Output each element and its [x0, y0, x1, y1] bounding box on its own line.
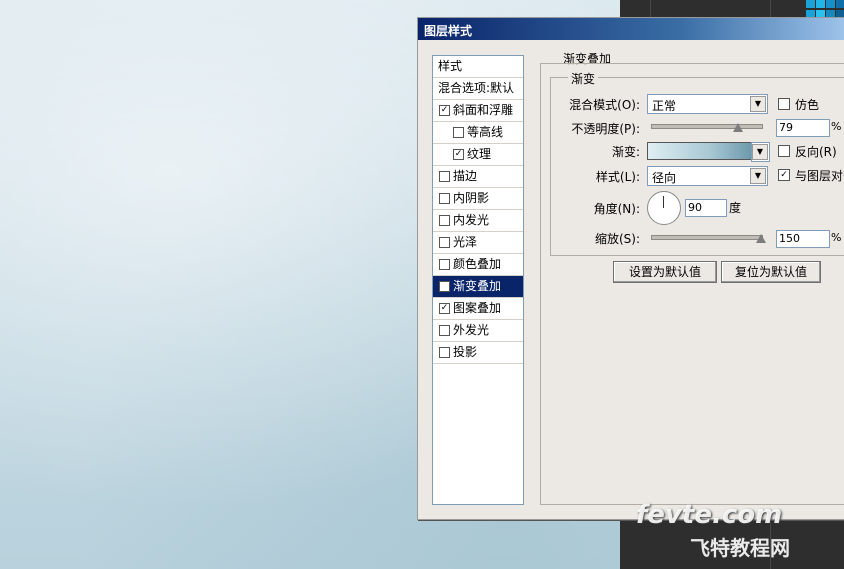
make-default-button[interactable]: 设置为默认值: [613, 261, 717, 283]
style-item-checkbox[interactable]: [453, 127, 464, 138]
style-item-label: 投影: [453, 345, 478, 359]
style-item[interactable]: 内发光: [433, 210, 523, 232]
style-item-checkbox[interactable]: ✓: [439, 303, 450, 314]
swatches-panel[interactable]: [806, 0, 844, 18]
style-item-checkbox[interactable]: ✓: [439, 105, 450, 116]
chevron-down-icon: ▼: [750, 168, 766, 184]
reverse-checkbox[interactable]: [778, 145, 790, 157]
blend-mode-select[interactable]: 正常 ▼: [647, 94, 768, 114]
style-item[interactable]: ✓ 斜面和浮雕: [433, 100, 523, 122]
style-item-checkbox[interactable]: [439, 237, 450, 248]
style-item-label: 等高线: [467, 125, 504, 139]
blend-options-item[interactable]: 混合选项:默认: [433, 78, 523, 100]
style-item[interactable]: ✓ 渐变叠加: [433, 276, 523, 298]
style-select[interactable]: 径向 ▼: [647, 166, 768, 186]
opacity-slider[interactable]: [651, 124, 763, 129]
align-with-layer-checkbox[interactable]: ✓: [778, 169, 790, 181]
chevron-down-icon: ▼: [750, 96, 766, 112]
watermark-cn: 飞特教程网: [690, 536, 790, 560]
style-item-checkbox[interactable]: [439, 171, 450, 182]
style-item[interactable]: 颜色叠加: [433, 254, 523, 276]
style-item[interactable]: 外发光: [433, 320, 523, 342]
style-item[interactable]: ✓ 图案叠加: [433, 298, 523, 320]
style-item-checkbox[interactable]: [439, 325, 450, 336]
scale-unit: %: [831, 231, 842, 244]
angle-unit: 度: [729, 201, 742, 215]
dither-checkbox[interactable]: [778, 98, 790, 110]
dialog-titlebar[interactable]: 图层样式: [418, 18, 844, 40]
style-item-label: 纹理: [467, 147, 492, 161]
align-with-layer-label: 与图层对齐: [795, 169, 844, 183]
style-item[interactable]: 描边: [433, 166, 523, 188]
opacity-slider-thumb[interactable]: [732, 123, 743, 132]
reset-default-button[interactable]: 复位为默认值: [721, 261, 821, 283]
opacity-label: 不透明度(P):: [571, 122, 640, 136]
style-item-checkbox[interactable]: ✓: [453, 149, 464, 160]
watermark-site: fevte.com: [636, 500, 783, 530]
gradient-picker-button[interactable]: ▼: [751, 142, 770, 162]
opacity-unit: %: [831, 120, 842, 133]
style-item-label: 图案叠加: [453, 301, 502, 315]
style-item[interactable]: 光泽: [433, 232, 523, 254]
opacity-field[interactable]: 79: [776, 119, 830, 137]
style-item[interactable]: ✓ 纹理: [433, 144, 523, 166]
style-label: 样式(L):: [595, 170, 640, 184]
angle-field[interactable]: 90: [685, 199, 727, 217]
style-item-label: 外发光: [453, 323, 490, 337]
style-item-label: 描边: [453, 169, 478, 183]
angle-dial[interactable]: [647, 191, 681, 225]
style-item-checkbox[interactable]: [439, 347, 450, 358]
layer-style-dialog: 图层样式 样式 混合选项:默认 ✓ 斜面和浮雕 等高线 ✓ 纹理 描边 内阴影 内发光 光泽 颜色…: [417, 17, 844, 520]
style-item-label: 渐变叠加: [453, 279, 502, 293]
style-item-label: 光泽: [453, 235, 478, 249]
group-title: 渐变: [568, 70, 599, 87]
style-item-label: 斜面和浮雕: [453, 103, 514, 117]
scale-slider-thumb[interactable]: [756, 234, 766, 243]
styles-list: 样式 混合选项:默认 ✓ 斜面和浮雕 等高线 ✓ 纹理 描边 内阴影 内发光 光泽 颜色叠加 ✓ 渐变…: [432, 55, 524, 505]
scale-field[interactable]: 150: [776, 230, 830, 248]
gradient-preview[interactable]: [647, 142, 752, 160]
angle-label: 角度(N):: [593, 202, 640, 216]
scale-label: 缩放(S):: [594, 232, 640, 246]
style-item-label: 颜色叠加: [453, 257, 502, 271]
styles-header[interactable]: 样式: [433, 56, 523, 78]
gradient-label: 渐变:: [611, 145, 640, 159]
style-item-checkbox[interactable]: [439, 215, 450, 226]
style-item-label: 内阴影: [453, 191, 490, 205]
style-item-label: 内发光: [453, 213, 490, 227]
style-item-checkbox[interactable]: [439, 193, 450, 204]
style-item-checkbox[interactable]: [439, 259, 450, 270]
blend-mode-label: 混合模式(O):: [569, 98, 640, 112]
dialog-title: 图层样式: [424, 24, 473, 38]
chevron-down-icon: ▼: [752, 144, 768, 160]
style-item-checkbox[interactable]: ✓: [439, 281, 450, 292]
dither-label: 仿色: [795, 98, 820, 112]
style-item[interactable]: 内阴影: [433, 188, 523, 210]
scale-slider[interactable]: [651, 235, 763, 240]
style-item[interactable]: 投影: [433, 342, 523, 364]
style-item[interactable]: 等高线: [433, 122, 523, 144]
reverse-label: 反向(R): [795, 145, 837, 159]
